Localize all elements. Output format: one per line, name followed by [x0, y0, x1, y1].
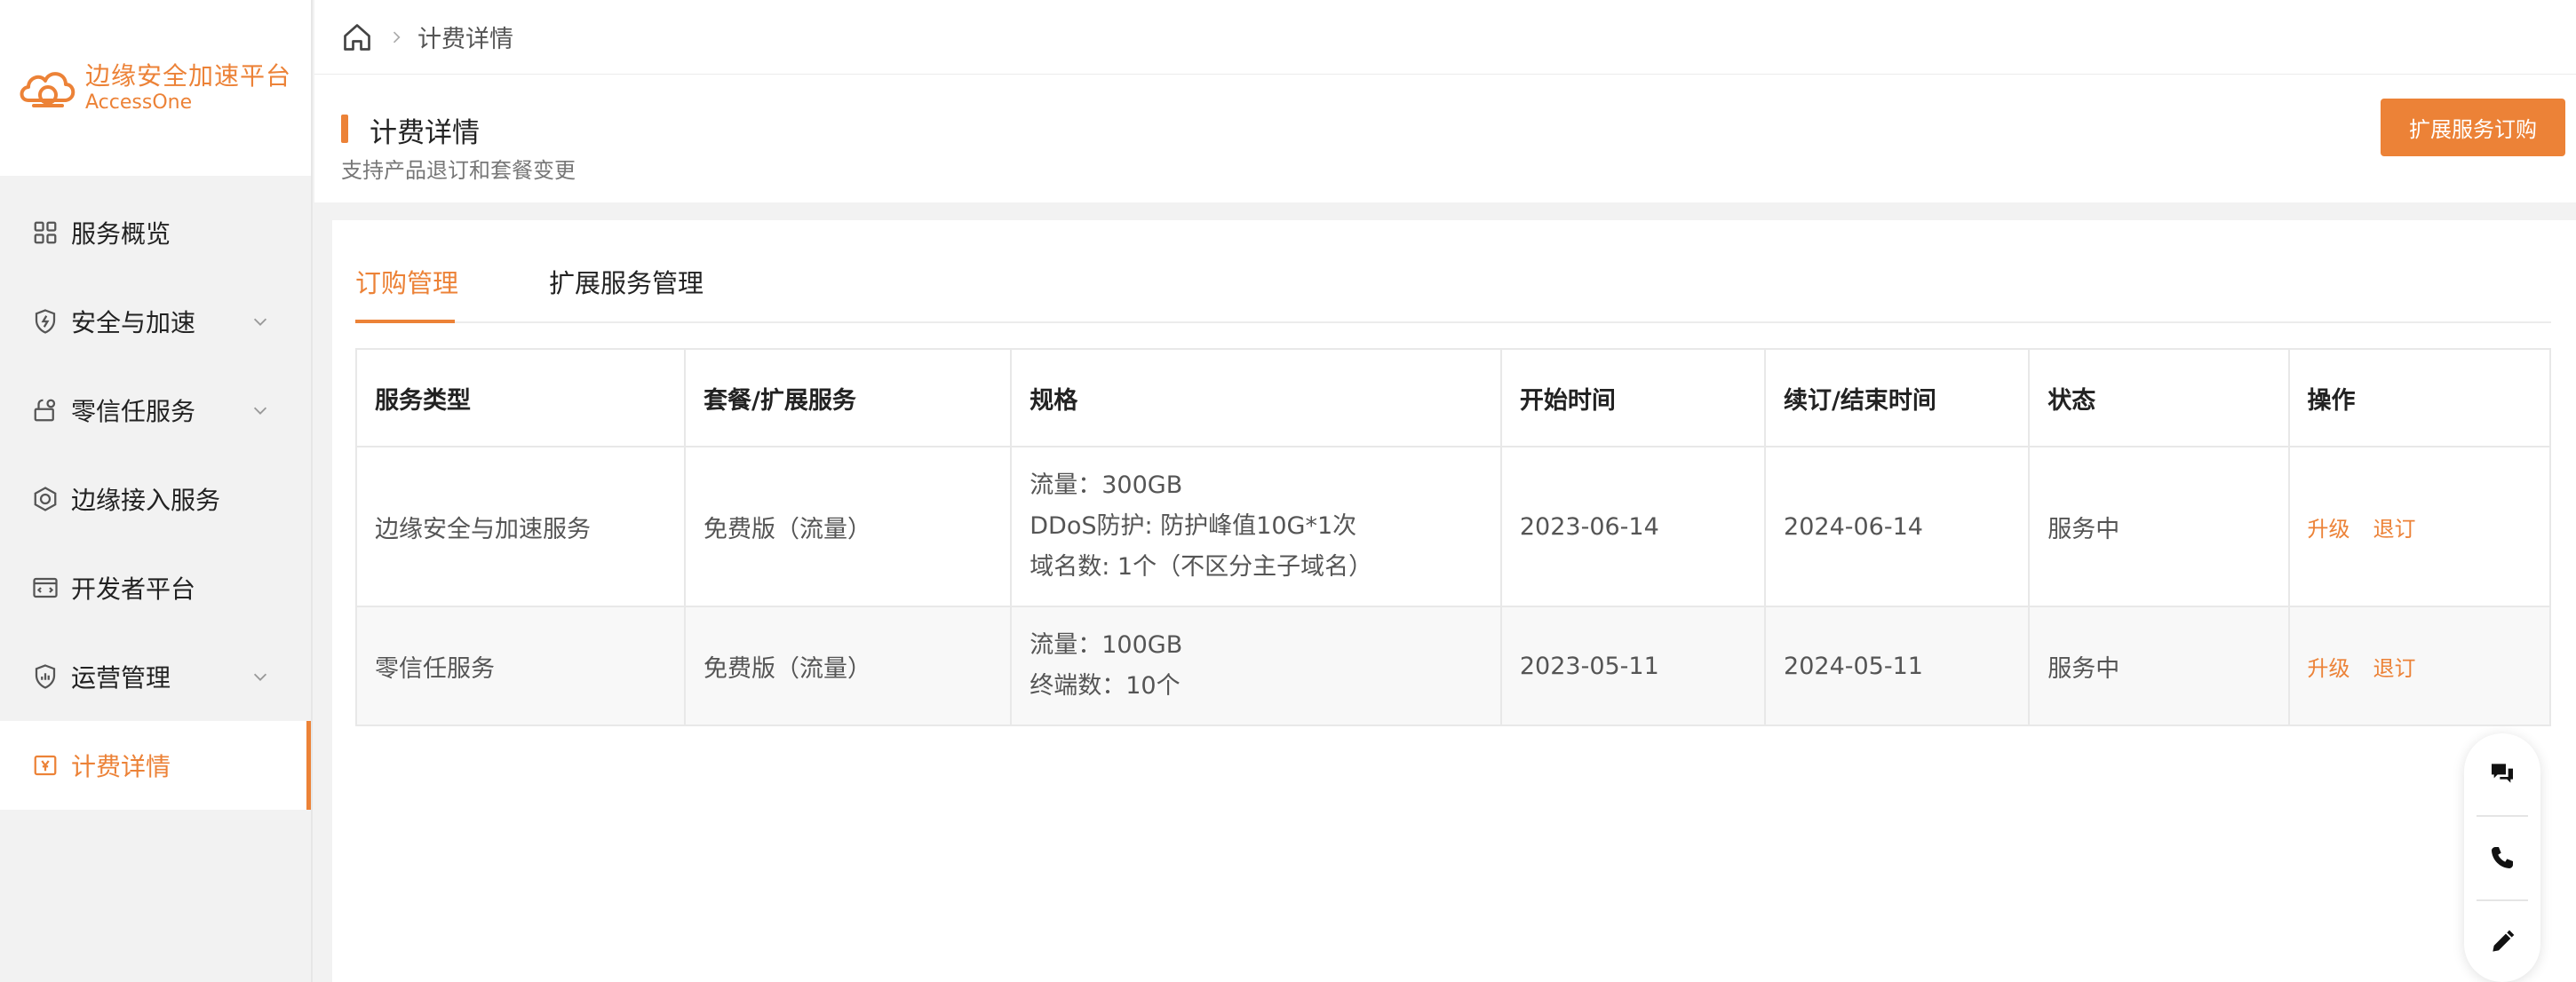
active-tab-indicator — [355, 320, 455, 323]
chevron-down-icon — [253, 407, 267, 415]
spec-line: 流量：300GB — [1030, 471, 1183, 499]
chat-icon — [2492, 764, 2513, 783]
shield-icon — [30, 306, 60, 337]
sidebar-nav: 服务概览 安全与加速 零信任服务 边缘接入服务 开发者平台 运营管理 计费详情 — [0, 176, 311, 810]
column-header: 操作 — [2287, 348, 2551, 447]
table-header-row: 服务类型 套餐/扩展服务 规格 开始时间 续订/结束时间 状态 操作 — [354, 348, 2551, 447]
unsubscribe-link[interactable]: 退订 — [2373, 517, 2416, 542]
sidebar-item-edge-access[interactable]: 边缘接入服务 — [0, 455, 311, 543]
page-description: 支持产品退订和套餐变更 — [341, 158, 576, 183]
spec-line: 流量：100GB — [1030, 631, 1183, 659]
spec-line: 域名数: 1个（不区分主子域名） — [1030, 553, 1373, 581]
subscription-table: 服务类型 套餐/扩展服务 规格 开始时间 续订/结束时间 状态 操作 边缘安全与… — [354, 348, 2551, 726]
status-cell: 服务中 — [2028, 606, 2290, 726]
sidebar: 边缘安全加速平台 AccessOne 服务概览 安全与加速 零信任服务 边缘接入… — [0, 0, 313, 982]
cloud-logo-icon — [20, 72, 76, 107]
unsubscribe-link[interactable]: 退订 — [2373, 656, 2416, 681]
plan-cell: 免费版（流量） — [684, 446, 1013, 607]
page-title: 计费详情 — [370, 117, 480, 149]
chevron-down-icon — [253, 318, 267, 326]
status-cell: 服务中 — [2028, 446, 2290, 607]
column-header: 状态 — [2028, 348, 2290, 447]
breadcrumb: 计费详情 — [314, 0, 2576, 75]
spec-line: 终端数：10个 — [1030, 672, 1181, 700]
start-date-cell: 2023-06-14 — [1499, 446, 1767, 607]
chat-button[interactable] — [2464, 733, 2540, 813]
sidebar-item-label: 边缘接入服务 — [71, 486, 221, 515]
yuan-icon — [30, 750, 60, 780]
divider — [2477, 899, 2528, 901]
spec-cell: 流量：100GB 终端数：10个 — [1010, 606, 1502, 726]
chevron-right-icon — [393, 31, 401, 43]
start-date-cell: 2023-05-11 — [1499, 606, 1767, 726]
breadcrumb-current: 计费详情 — [417, 26, 513, 53]
divider — [2477, 815, 2528, 817]
table-row: 边缘安全与加速服务 免费版（流量） 流量：300GB DDoS防护: 防护峰值1… — [354, 446, 2551, 607]
brand-title: 边缘安全加速平台 — [85, 61, 292, 91]
code-window-icon — [30, 573, 60, 603]
sidebar-item-security-acceleration[interactable]: 安全与加速 — [0, 277, 311, 366]
chart-shield-icon — [30, 661, 60, 692]
grid-icon — [30, 218, 60, 248]
sidebar-item-developer[interactable]: 开发者平台 — [0, 543, 311, 632]
column-header: 服务类型 — [354, 348, 687, 447]
sidebar-item-label: 安全与加速 — [71, 308, 196, 337]
brand-logo[interactable]: 边缘安全加速平台 AccessOne — [0, 0, 311, 176]
edge-access-icon — [30, 484, 60, 514]
sidebar-item-billing[interactable]: 计费详情 — [0, 721, 311, 810]
service-type-cell: 边缘安全与加速服务 — [354, 446, 687, 607]
end-date-cell: 2024-06-14 — [1764, 446, 2031, 607]
sidebar-item-label: 计费详情 — [71, 752, 171, 781]
title-accent-bar — [341, 115, 348, 143]
tab-order-management[interactable]: 订购管理 — [355, 263, 458, 300]
home-icon[interactable] — [341, 21, 373, 53]
phone-button[interactable] — [2464, 818, 2540, 898]
actions-cell: 升级 退订 — [2287, 606, 2551, 726]
sidebar-item-label: 运营管理 — [71, 663, 171, 693]
service-type-cell: 零信任服务 — [354, 606, 687, 726]
phone-icon — [2492, 847, 2513, 868]
sidebar-item-operations[interactable]: 运营管理 — [0, 632, 311, 721]
sidebar-item-label: 服务概览 — [71, 219, 171, 249]
edit-button[interactable] — [2464, 902, 2540, 982]
lock-user-icon — [30, 395, 60, 425]
plan-cell: 免费版（流量） — [684, 606, 1013, 726]
actions-cell: 升级 退订 — [2287, 446, 2551, 607]
page-header: 计费详情 支持产品退订和套餐变更 扩展服务订购 — [314, 75, 2576, 202]
tab-extended-service-management[interactable]: 扩展服务管理 — [549, 263, 704, 300]
sidebar-item-overview[interactable]: 服务概览 — [0, 188, 311, 277]
upgrade-link[interactable]: 升级 — [2308, 517, 2350, 542]
column-header: 开始时间 — [1499, 348, 1767, 447]
floating-toolbar — [2464, 733, 2540, 982]
column-header: 规格 — [1010, 348, 1502, 447]
tab-bar: 订购管理 扩展服务管理 — [355, 220, 2551, 323]
expand-service-order-button[interactable]: 扩展服务订购 — [2381, 99, 2565, 156]
table-row: 零信任服务 免费版（流量） 流量：100GB 终端数：10个 2023-05-1… — [354, 606, 2551, 726]
upgrade-link[interactable]: 升级 — [2308, 656, 2350, 681]
spec-cell: 流量：300GB DDoS防护: 防护峰值10G*1次 域名数: 1个（不区分主… — [1010, 446, 1502, 607]
sidebar-item-label: 零信任服务 — [71, 397, 196, 426]
chevron-down-icon — [253, 673, 267, 681]
edit-icon — [2493, 930, 2515, 952]
brand-subtitle: AccessOne — [85, 91, 193, 114]
sidebar-item-zero-trust[interactable]: 零信任服务 — [0, 366, 311, 455]
end-date-cell: 2024-05-11 — [1764, 606, 2031, 726]
spec-line: DDoS防护: 防护峰值10G*1次 — [1030, 512, 1357, 540]
column-header: 续订/结束时间 — [1764, 348, 2031, 447]
billing-card: 订购管理 扩展服务管理 服务类型 套餐/扩展服务 规格 开始时间 续订/结束时间… — [332, 220, 2576, 982]
sidebar-item-label: 开发者平台 — [71, 574, 196, 604]
column-header: 套餐/扩展服务 — [684, 348, 1013, 447]
